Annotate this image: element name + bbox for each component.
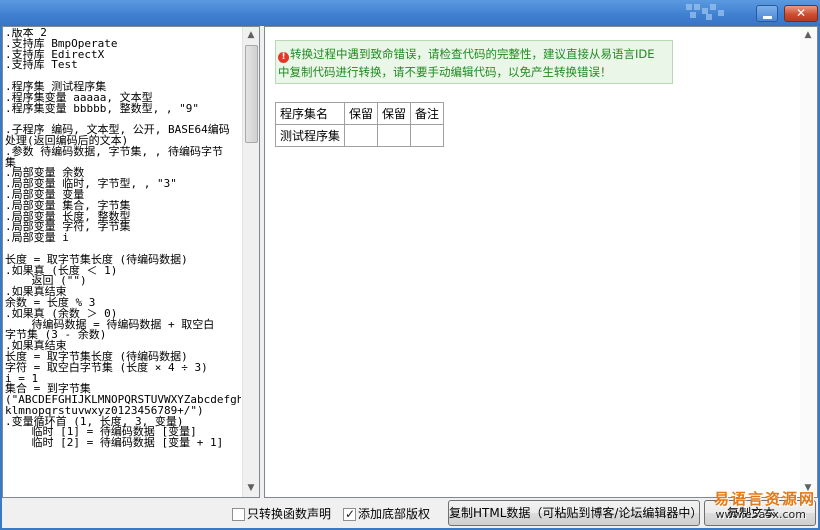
table-row: 测试程序集 (274, 124, 445, 147)
table-cell (344, 124, 379, 147)
main-window: .版本 2 .支持库 BmpOperate .支持库 EdirectX .支持库 Te… (2, 26, 818, 528)
site-watermark: 易语言资源网 www.e5a5x.com (694, 488, 818, 528)
minimize-button[interactable] (756, 5, 778, 22)
code-line: .程序集变量 bbbbb, 整数型, , "9" (5, 101, 199, 115)
error-message: ! 转换过程中遇到致命错误，请检查代码的完整性，建议直接从易语言IDE 中复制代码… (275, 40, 673, 84)
scroll-thumb[interactable] (245, 45, 258, 143)
table-cell: 测试程序集 (274, 124, 346, 147)
checkbox-box[interactable] (343, 506, 356, 522)
preview-scrollbar[interactable]: ▲ ▼ (800, 27, 817, 497)
table-cell (410, 124, 445, 147)
code-line: .支持库 Test (5, 58, 78, 72)
code-line: .参数 待编码数据, 字节集, , 待编码字节 (5, 144, 223, 158)
module-table: 程序集名 保留 保留 备注 测试程序集 (274, 102, 445, 147)
code-line: 字符 = 取空白字节集 (长度 × 4 ÷ 3) (5, 360, 208, 374)
table-cell (377, 124, 412, 147)
copy-html-button[interactable]: 复制HTML数据（可粘贴到博客/论坛编辑器中） (448, 500, 700, 526)
checkbox-box[interactable] (232, 508, 245, 521)
table-header-row: 程序集名 保留 保留 备注 (274, 102, 445, 125)
code-editor[interactable]: .版本 2 .支持库 BmpOperate .支持库 EdirectX .支持库 Te… (2, 26, 260, 498)
code-scrollbar[interactable]: ▲ ▼ (242, 27, 259, 497)
titlebar-decoration (680, 2, 728, 22)
error-message-line2: 中复制代码进行转换，请不要手动编辑代码，以免产生转换错误！ (278, 65, 612, 79)
table-header-cell: 程序集名 (274, 102, 346, 125)
only-convert-declarations-checkbox[interactable]: 只转换函数声明 (232, 506, 342, 522)
add-copyright-checkbox[interactable]: 添加底部版权 (343, 506, 443, 522)
scroll-up-icon[interactable]: ▲ (800, 27, 816, 44)
error-message-line1: 转换过程中遇到致命错误，请检查代码的完整性，建议直接从易语言IDE (290, 47, 655, 61)
html-preview: ! 转换过程中遇到致命错误，请检查代码的完整性，建议直接从易语言IDE 中复制代码… (264, 26, 818, 498)
close-icon: ✕ (795, 6, 807, 20)
checkbox-label[interactable]: 添加底部版权 (358, 506, 430, 522)
table-header-cell: 保留 (344, 102, 379, 125)
watermark-url: www.e5a5x.com (715, 508, 806, 521)
close-button[interactable]: ✕ (784, 5, 818, 22)
scroll-down-icon[interactable]: ▼ (243, 480, 259, 497)
code-line: .局部变量 i (5, 231, 69, 245)
code-line: 临时 [2] = 待编码数据 [变量 + 1] (5, 436, 224, 450)
warning-icon: ! (278, 52, 289, 63)
table-header-cell: 备注 (410, 102, 445, 125)
code-text[interactable]: .版本 2 .支持库 BmpOperate .支持库 EdirectX .支持库 Te… (5, 28, 241, 496)
scroll-up-icon[interactable]: ▲ (243, 27, 259, 44)
watermark-title: 易语言资源网 (713, 490, 816, 508)
checkbox-label[interactable]: 只转换函数声明 (247, 506, 331, 522)
minimize-icon (763, 16, 772, 19)
table-header-cell: 保留 (377, 102, 412, 125)
title-bar: ✕ (0, 0, 820, 26)
